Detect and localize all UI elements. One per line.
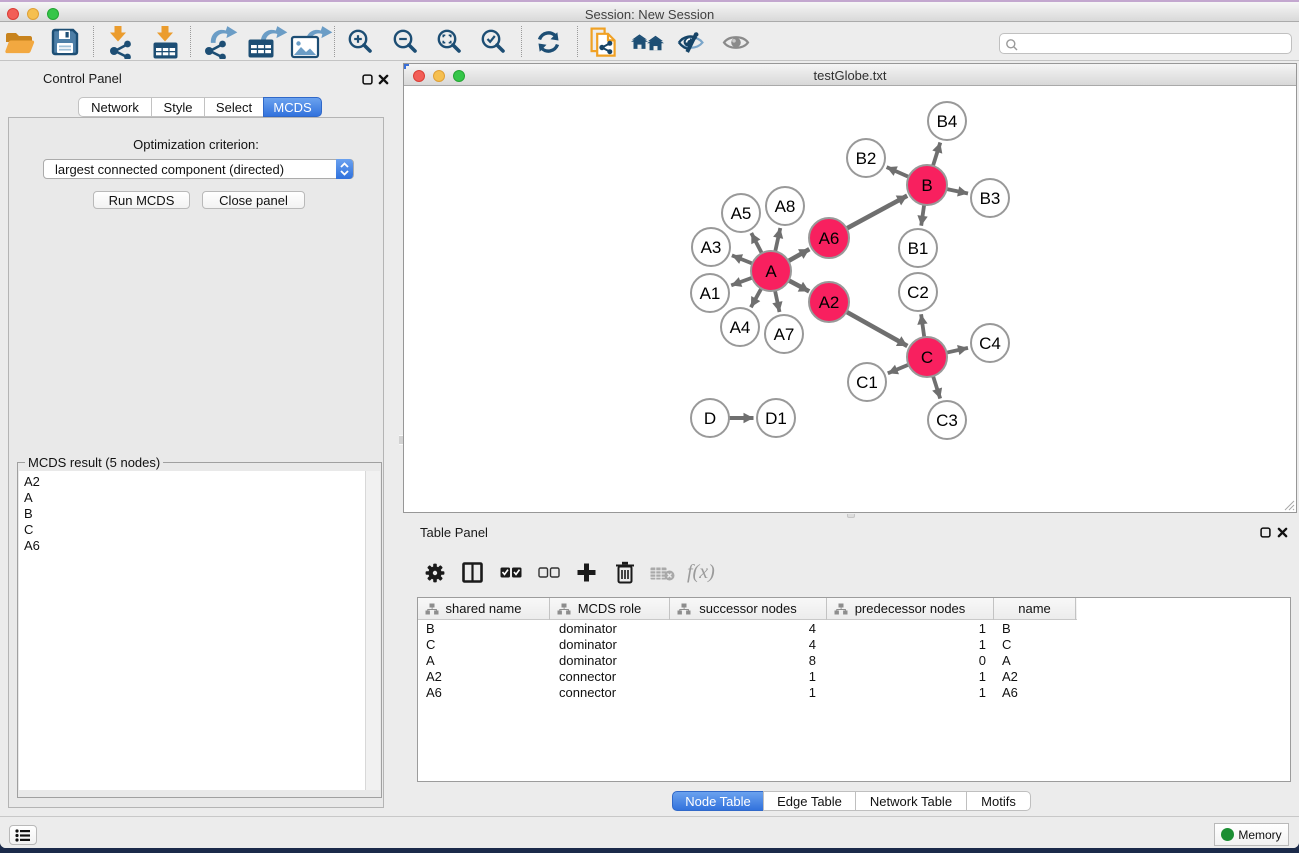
- svg-text:B3: B3: [980, 189, 1001, 208]
- svg-text:A7: A7: [774, 325, 795, 344]
- svg-text:C3: C3: [936, 411, 958, 430]
- svg-text:D1: D1: [765, 409, 787, 428]
- svg-text:B: B: [921, 176, 932, 195]
- svg-text:A6: A6: [819, 229, 840, 248]
- svg-text:A3: A3: [701, 238, 722, 257]
- svg-text:B4: B4: [937, 112, 958, 131]
- svg-text:B2: B2: [856, 149, 877, 168]
- svg-text:D: D: [704, 409, 716, 428]
- svg-text:A: A: [765, 262, 777, 281]
- svg-text:B1: B1: [908, 239, 929, 258]
- svg-text:C1: C1: [856, 373, 878, 392]
- svg-text:A4: A4: [730, 318, 751, 337]
- svg-text:A1: A1: [700, 284, 721, 303]
- svg-text:A5: A5: [731, 204, 752, 223]
- svg-text:C4: C4: [979, 334, 1001, 353]
- svg-text:C: C: [921, 348, 933, 367]
- svg-text:A8: A8: [775, 197, 796, 216]
- svg-text:A2: A2: [819, 293, 840, 312]
- svg-text:C2: C2: [907, 283, 929, 302]
